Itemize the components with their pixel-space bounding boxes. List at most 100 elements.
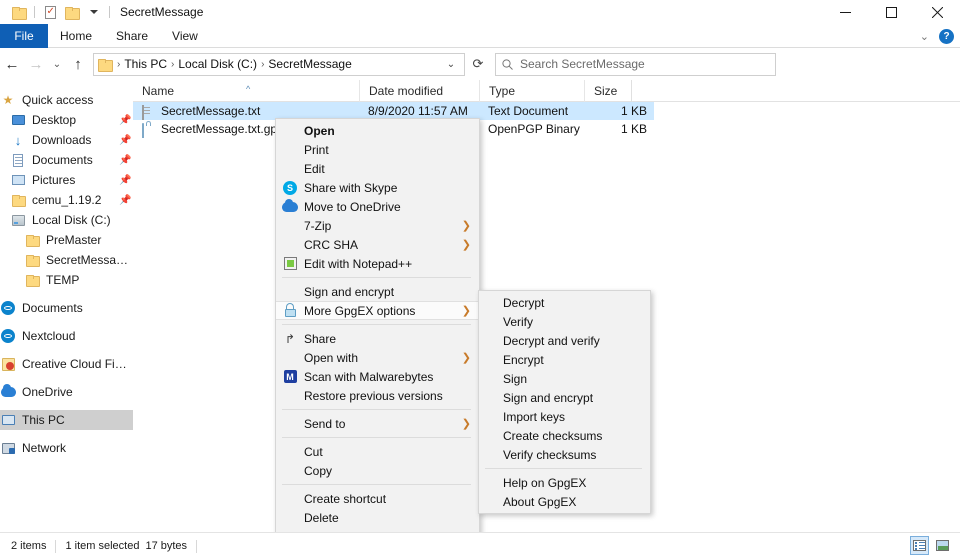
tab-home[interactable]: Home — [48, 24, 104, 48]
sidebar-item-creative-cloud-files[interactable]: Creative Cloud Files — [0, 354, 133, 374]
recent-locations-button[interactable]: ⌄ — [48, 51, 66, 77]
menu-item-move-to-onedrive[interactable]: Move to OneDrive — [276, 197, 479, 216]
sidebar-item-network[interactable]: Network — [0, 438, 133, 458]
menu-item-share[interactable]: ↱ Share — [276, 329, 479, 348]
help-icon[interactable]: ? — [939, 29, 954, 44]
menu-item-open-with[interactable]: Open with ❯ — [276, 348, 479, 367]
column-header-size[interactable]: Size — [584, 80, 654, 102]
new-folder-icon[interactable] — [61, 0, 83, 24]
menu-item-edit[interactable]: Edit — [276, 159, 479, 178]
large-icons-view-button[interactable] — [933, 536, 952, 555]
pin-icon: 📌 — [119, 115, 129, 126]
column-header-date-modified[interactable]: Date modified — [359, 80, 479, 102]
maximize-icon[interactable] — [868, 0, 914, 24]
menu-item-sign[interactable]: Sign — [479, 369, 650, 388]
menu-item-create-shortcut[interactable]: Create shortcut — [276, 489, 479, 508]
menu-icon-slot — [276, 461, 304, 480]
menu-item-more-gpgex-options[interactable]: More GpgEX options ❯ — [276, 301, 479, 320]
menu-item-verify-checksums[interactable]: Verify checksums — [479, 445, 650, 464]
menu-item-label: Delete — [304, 511, 473, 525]
sidebar-item-desktop[interactable]: Desktop 📌 — [0, 110, 133, 130]
details-view-button[interactable] — [910, 536, 929, 555]
context-menu[interactable]: Open Print Edit S Share with Skype Move … — [275, 118, 480, 559]
sidebar-item-secretmessage[interactable]: SecretMessage — [0, 250, 133, 270]
navigation-sidebar[interactable]: ★ Quick access Desktop 📌 ↓ Downloads 📌 D… — [0, 80, 133, 532]
menu-item-decrypt-and-verify[interactable]: Decrypt and verify — [479, 331, 650, 350]
sidebar-item-this-pc[interactable]: This PC — [0, 410, 133, 430]
forward-button[interactable]: → — [24, 51, 48, 77]
menu-item-crc-sha[interactable]: CRC SHA ❯ — [276, 235, 479, 254]
sidebar-item-documents[interactable]: Documents 📌 — [0, 150, 133, 170]
address-input[interactable]: › This PC › Local Disk (C:) › SecretMess… — [93, 53, 465, 76]
back-button[interactable]: ← — [0, 51, 24, 77]
sidebar-item-cemu[interactable]: cemu_1.19.2 📌 — [0, 190, 133, 210]
address-bar-row: ← → ⌄ ↑ › This PC › Local Disk (C:) › Se… — [0, 49, 960, 79]
chevron-down-icon[interactable]: ⌄ — [920, 30, 929, 43]
chevron-down-icon[interactable]: ⌄ — [442, 59, 460, 70]
column-header-type[interactable]: Type — [479, 80, 584, 102]
menu-item-scan-with-malwarebytes[interactable]: M Scan with Malwarebytes — [276, 367, 479, 386]
folder-icon — [10, 192, 26, 208]
window-controls — [822, 0, 960, 24]
menu-item-decrypt[interactable]: Decrypt — [479, 293, 650, 312]
menu-icon-slot — [479, 426, 503, 445]
menu-item-restore-previous-versions[interactable]: Restore previous versions — [276, 386, 479, 405]
menu-item-sign-and-encrypt[interactable]: Sign and encrypt — [276, 282, 479, 301]
breadcrumb-item-2[interactable]: SecretMessage — [265, 57, 354, 71]
sidebar-item-pictures[interactable]: Pictures 📌 — [0, 170, 133, 190]
breadcrumb-item-0[interactable]: This PC — [121, 57, 170, 71]
sidebar-item-temp[interactable]: TEMP — [0, 270, 133, 290]
menu-item-open[interactable]: Open — [276, 121, 479, 140]
minimize-icon[interactable] — [822, 0, 868, 24]
menu-item-encrypt[interactable]: Encrypt — [479, 350, 650, 369]
lock-icon — [276, 301, 304, 320]
sidebar-item-nextcloud[interactable]: Nextcloud — [0, 326, 133, 346]
menu-item-label: Edit — [304, 162, 473, 176]
menu-item-verify[interactable]: Verify — [479, 312, 650, 331]
menu-item-send-to[interactable]: Send to ❯ — [276, 414, 479, 433]
sidebar-item-local-disk[interactable]: Local Disk (C:) — [0, 210, 133, 230]
menu-item-delete[interactable]: Delete — [276, 508, 479, 527]
menu-item-help-on-gpgex[interactable]: Help on GpgEX — [479, 473, 650, 492]
sidebar-item-downloads[interactable]: ↓ Downloads 📌 — [0, 130, 133, 150]
menu-item-share-with-skype[interactable]: S Share with Skype — [276, 178, 479, 197]
menu-item-label: Copy — [304, 464, 473, 478]
tab-view[interactable]: View — [160, 24, 210, 48]
close-icon[interactable] — [914, 0, 960, 24]
menu-item-label: Print — [304, 143, 473, 157]
menu-item-7-zip[interactable]: 7-Zip ❯ — [276, 216, 479, 235]
sidebar-item-nextcloud-documents[interactable]: Documents — [0, 298, 133, 318]
tab-share[interactable]: Share — [104, 24, 160, 48]
sidebar-item-premaster[interactable]: PreMaster — [0, 230, 133, 250]
menu-item-sign-and-encrypt-sub[interactable]: Sign and encrypt — [479, 388, 650, 407]
this-pc-icon — [0, 412, 16, 428]
sidebar-item-onedrive[interactable]: OneDrive — [0, 382, 133, 402]
sidebar-item-quick-access[interactable]: ★ Quick access — [0, 90, 133, 110]
chevron-down-icon[interactable] — [83, 0, 105, 24]
menu-item-print[interactable]: Print — [276, 140, 479, 159]
pin-icon: 📌 — [119, 135, 129, 146]
sidebar-spacer — [0, 402, 133, 410]
breadcrumb-item-1[interactable]: Local Disk (C:) — [175, 57, 260, 71]
search-input[interactable]: Search SecretMessage — [495, 53, 776, 76]
menu-item-label: Decrypt — [503, 296, 644, 310]
menu-item-edit-with-notepad-plus-plus[interactable]: Edit with Notepad++ — [276, 254, 479, 273]
window-title: SecretMessage — [120, 5, 203, 19]
menu-item-cut[interactable]: Cut — [276, 442, 479, 461]
table-row[interactable]: SecretMessage.txt 8/9/2020 11:57 AM Text… — [133, 102, 960, 120]
menu-item-about-gpgex[interactable]: About GpgEX — [479, 492, 650, 511]
gpgex-submenu[interactable]: Decrypt Verify Decrypt and verify Encryp… — [478, 290, 651, 514]
toolbar-divider-2 — [109, 6, 110, 18]
tab-file[interactable]: File — [0, 24, 48, 48]
folder-icon[interactable] — [8, 0, 30, 24]
up-button[interactable]: ↑ — [66, 51, 90, 77]
menu-item-import-keys[interactable]: Import keys — [479, 407, 650, 426]
menu-item-create-checksums[interactable]: Create checksums — [479, 426, 650, 445]
properties-icon[interactable] — [39, 0, 61, 24]
menu-item-copy[interactable]: Copy — [276, 461, 479, 480]
refresh-icon[interactable]: ⟳ — [465, 53, 491, 76]
sidebar-item-label: Network — [22, 441, 129, 455]
menu-item-label: Sign and encrypt — [503, 391, 644, 405]
table-row[interactable]: SecretMessage.txt.gpg OpenPGP Binary F..… — [133, 120, 960, 138]
column-header-name[interactable]: Name ^ — [133, 80, 359, 102]
